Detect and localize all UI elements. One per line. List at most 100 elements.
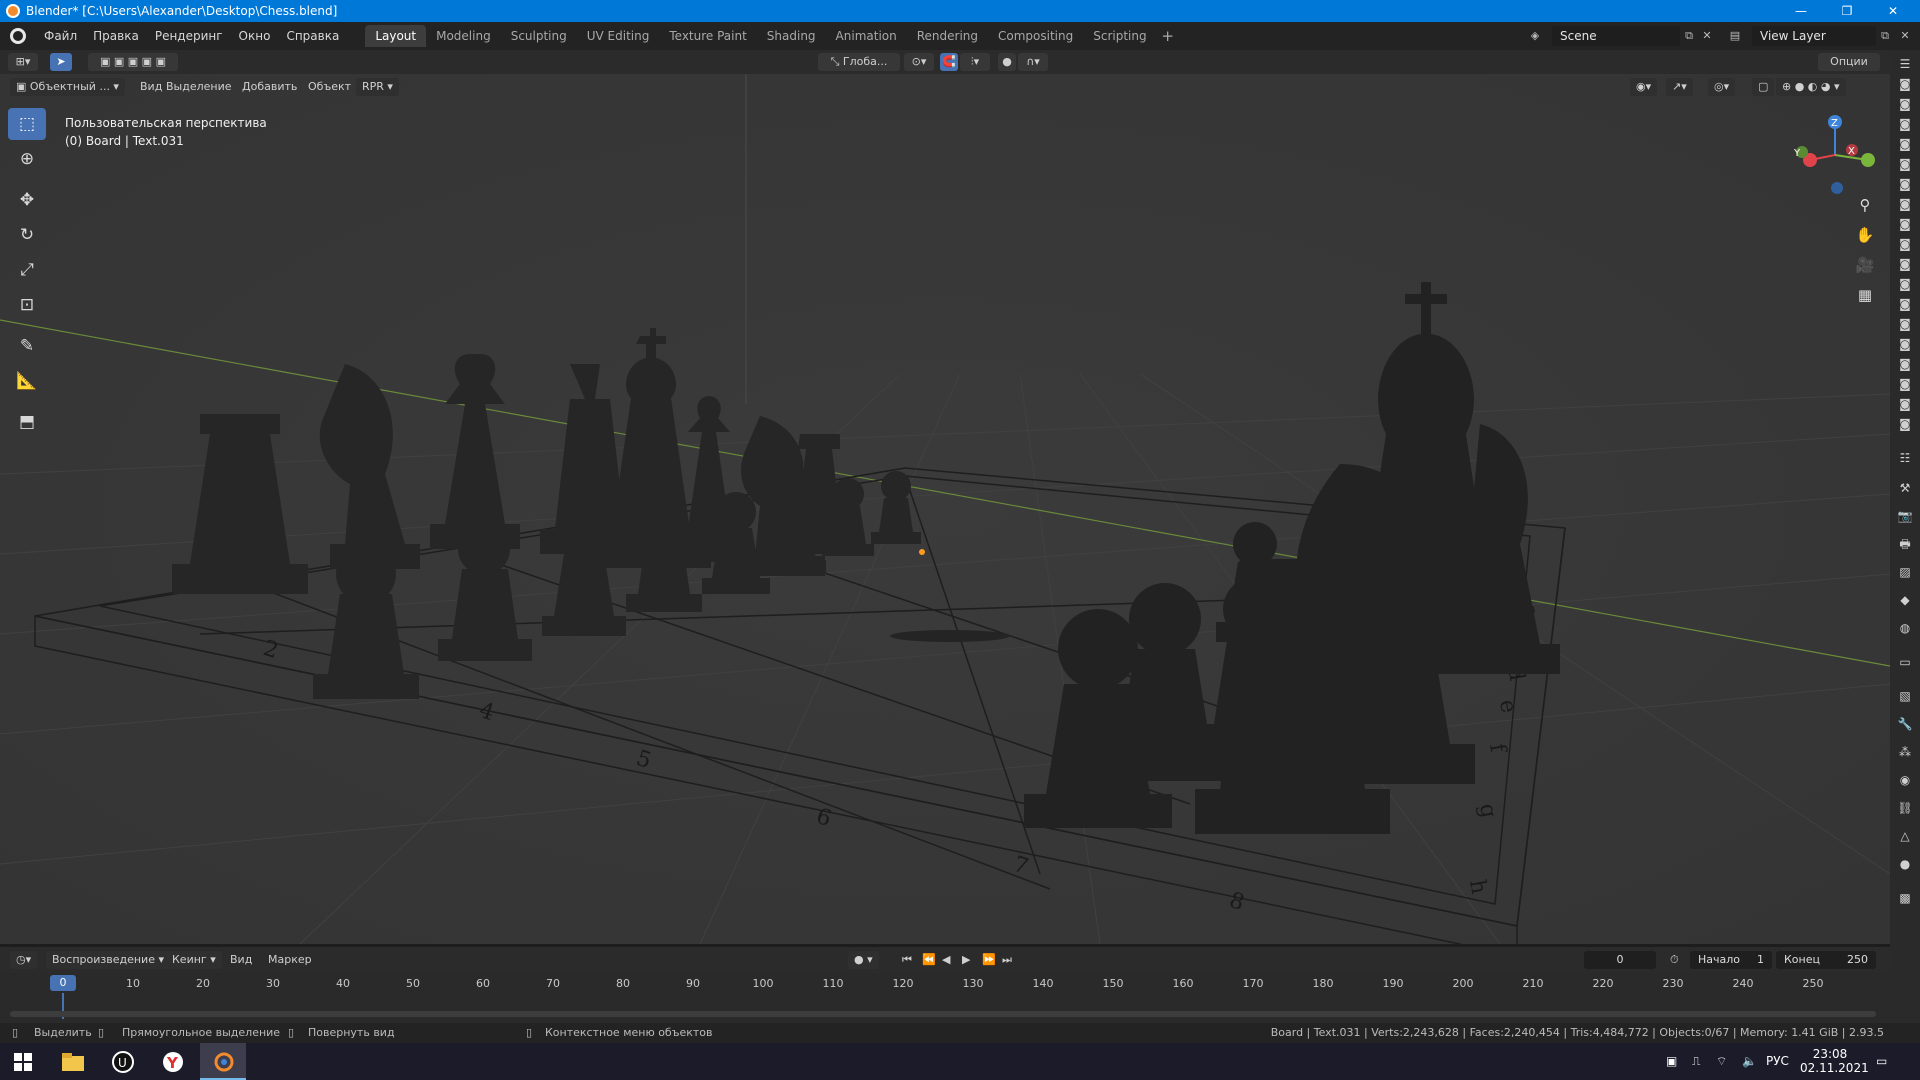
add-cube-icon[interactable]: ⬒ — [8, 406, 46, 438]
tab-compositing[interactable]: Compositing — [988, 25, 1083, 47]
menu-object[interactable]: Объект — [302, 78, 357, 96]
camera-visibility-icon[interactable]: ◙ — [1897, 76, 1913, 92]
blender-taskbar-icon[interactable] — [200, 1043, 246, 1080]
tab-scripting[interactable]: Scripting — [1083, 25, 1156, 47]
jump-end-icon[interactable]: ⏭ — [996, 951, 1018, 969]
unreal-engine-icon[interactable]: U — [100, 1043, 146, 1080]
clock[interactable]: 23:08 02.11.2021 — [1800, 1043, 1869, 1080]
constraint-properties-icon[interactable]: ⛓ — [1897, 800, 1913, 816]
world-properties-icon[interactable]: ◍ — [1897, 620, 1913, 636]
navigation-gizmo[interactable]: Z Y X — [1790, 110, 1880, 200]
data-properties-icon[interactable]: △ — [1897, 828, 1913, 844]
camera-view-icon[interactable]: 🎥 — [1852, 252, 1878, 278]
auto-keying-icon[interactable]: ● ▾ — [848, 951, 879, 969]
menu-add[interactable]: Добавить — [236, 78, 303, 96]
usb-icon[interactable]: ⎍ — [1692, 1043, 1700, 1080]
options-dropdown[interactable]: Опции — [1818, 53, 1880, 71]
end-frame-field[interactable]: Конец 250 — [1776, 951, 1876, 969]
camera-visibility-icon[interactable]: ◙ — [1897, 376, 1913, 392]
select-tool-icon[interactable]: ➤ — [50, 53, 72, 71]
scene-name-field[interactable]: Scene — [1552, 26, 1680, 46]
output-properties-icon[interactable]: 🖶 — [1897, 536, 1913, 552]
blender-logo-icon[interactable] — [10, 28, 26, 44]
visibility-selector-icon[interactable]: ◉▾ — [1630, 78, 1658, 96]
camera-visibility-icon[interactable]: ◙ — [1897, 256, 1913, 272]
physics-properties-icon[interactable]: ◉ — [1897, 772, 1913, 788]
object-properties-icon[interactable]: ▧ — [1897, 688, 1913, 704]
camera-visibility-icon[interactable]: ◙ — [1897, 116, 1913, 132]
rotate-icon[interactable]: ↻ — [8, 219, 46, 251]
menu-help[interactable]: Справка — [278, 22, 347, 50]
network-icon[interactable]: ⌔ — [1716, 1043, 1727, 1080]
collection-properties-icon[interactable]: ▭ — [1897, 654, 1913, 670]
camera-visibility-icon[interactable]: ◙ — [1897, 336, 1913, 352]
timeline-editor-type-icon[interactable]: ◷▾ — [10, 951, 38, 969]
properties-editor-icon[interactable]: ☷ — [1897, 450, 1913, 466]
perspective-grid-icon[interactable]: ▦ — [1852, 282, 1878, 308]
editor-type-icon[interactable]: ⊞▾ — [8, 53, 38, 71]
camera-visibility-icon[interactable]: ◙ — [1897, 396, 1913, 412]
transform-orientation-dropdown[interactable]: ⤡ Глоба... — [818, 53, 900, 71]
view-layer-field[interactable]: View Layer — [1752, 26, 1876, 46]
select-box-icon[interactable]: ⬚ — [8, 108, 46, 140]
close-button[interactable]: ✕ — [1870, 0, 1916, 22]
proportional-edit-icon[interactable]: ● — [998, 53, 1016, 71]
selection-mode-buttons[interactable]: ▣ ▣ ▣ ▣ ▣ — [88, 53, 178, 71]
tray-app-icon[interactable]: ▣ — [1666, 1043, 1677, 1080]
pan-hand-icon[interactable]: ✋ — [1852, 222, 1878, 248]
annotate-icon[interactable]: ✎ — [8, 330, 46, 362]
menu-marker[interactable]: Маркер — [262, 951, 318, 969]
add-workspace-button[interactable]: + — [1157, 27, 1179, 45]
yandex-browser-icon[interactable]: Y — [150, 1043, 196, 1080]
playhead[interactable]: 0 — [50, 975, 76, 991]
scene-selector-icon[interactable]: ◈ — [1526, 27, 1544, 45]
scale-icon[interactable]: ⤢ — [8, 254, 46, 286]
timeline-area[interactable]: 10 20 30 40 50 60 70 80 90 100 110 120 130 140 150 160 1… — [0, 973, 1890, 1023]
snap-target-icon[interactable]: ⫶▾ — [960, 53, 990, 71]
tab-rendering[interactable]: Rendering — [907, 25, 988, 47]
mode-dropdown[interactable]: ▣ Объектный ... ▾ — [10, 78, 125, 96]
snap-toggle-icon[interactable]: 🧲 — [940, 53, 958, 71]
cursor-icon[interactable]: ⊕ — [8, 143, 46, 175]
overlays-toggle-icon[interactable]: ◎▾ — [1708, 78, 1736, 96]
view-layer-selector-icon[interactable]: ▤ — [1726, 27, 1744, 45]
material-properties-icon[interactable]: ● — [1897, 856, 1913, 872]
tab-shading[interactable]: Shading — [757, 25, 826, 47]
tab-uv-editing[interactable]: UV Editing — [577, 25, 660, 47]
menu-keying[interactable]: Кеинг ▾ — [166, 951, 222, 969]
modifier-properties-icon[interactable]: 🔧 — [1897, 716, 1913, 732]
menu-rpr[interactable]: RPR ▾ — [356, 78, 399, 96]
file-explorer-icon[interactable] — [50, 1043, 96, 1080]
menu-playback[interactable]: Воспроизведение ▾ — [46, 951, 170, 969]
zoom-icon[interactable]: ⚲ — [1852, 192, 1878, 218]
camera-visibility-icon[interactable]: ◙ — [1897, 196, 1913, 212]
input-language[interactable]: РУС — [1766, 1043, 1789, 1080]
new-scene-icon[interactable]: ⧉ — [1680, 27, 1698, 45]
move-icon[interactable]: ✥ — [8, 184, 46, 216]
transform-icon[interactable]: ⊡ — [8, 289, 46, 321]
menu-select[interactable]: Выделение — [160, 78, 238, 96]
render-properties-icon[interactable]: 📷 — [1897, 508, 1913, 524]
maximize-button[interactable]: ❐ — [1824, 0, 1870, 22]
tab-modeling[interactable]: Modeling — [426, 25, 501, 47]
xray-toggle-icon[interactable]: ▢ — [1752, 78, 1775, 96]
tab-sculpting[interactable]: Sculpting — [501, 25, 577, 47]
camera-visibility-icon[interactable]: ◙ — [1897, 416, 1913, 432]
timeline-menu-view[interactable]: Вид — [224, 951, 258, 969]
falloff-curve-icon[interactable]: ∩▾ — [1018, 53, 1048, 71]
camera-visibility-icon[interactable]: ◙ — [1897, 176, 1913, 192]
camera-visibility-icon[interactable]: ◙ — [1897, 96, 1913, 112]
menu-edit[interactable]: Правка — [85, 22, 147, 50]
3d-viewport[interactable]: 2 3 4 5 6 7 8 h g f e d c b a — [0, 74, 1890, 944]
delete-scene-icon[interactable]: ✕ — [1698, 27, 1716, 45]
jump-start-icon[interactable]: ⏮ — [896, 951, 918, 969]
tool-properties-icon[interactable]: ⚒ — [1897, 480, 1913, 496]
camera-visibility-icon[interactable]: ◙ — [1897, 316, 1913, 332]
minimize-button[interactable]: — — [1778, 0, 1824, 22]
stopwatch-icon[interactable]: ⏱ — [1664, 951, 1685, 969]
delete-view-layer-icon[interactable]: ✕ — [1896, 27, 1914, 45]
outliner-icon[interactable]: ☰ — [1897, 56, 1913, 72]
timeline-scrollbar[interactable] — [10, 1011, 1876, 1017]
windows-start-icon[interactable] — [0, 1043, 46, 1080]
menu-render[interactable]: Рендеринг — [147, 22, 231, 50]
